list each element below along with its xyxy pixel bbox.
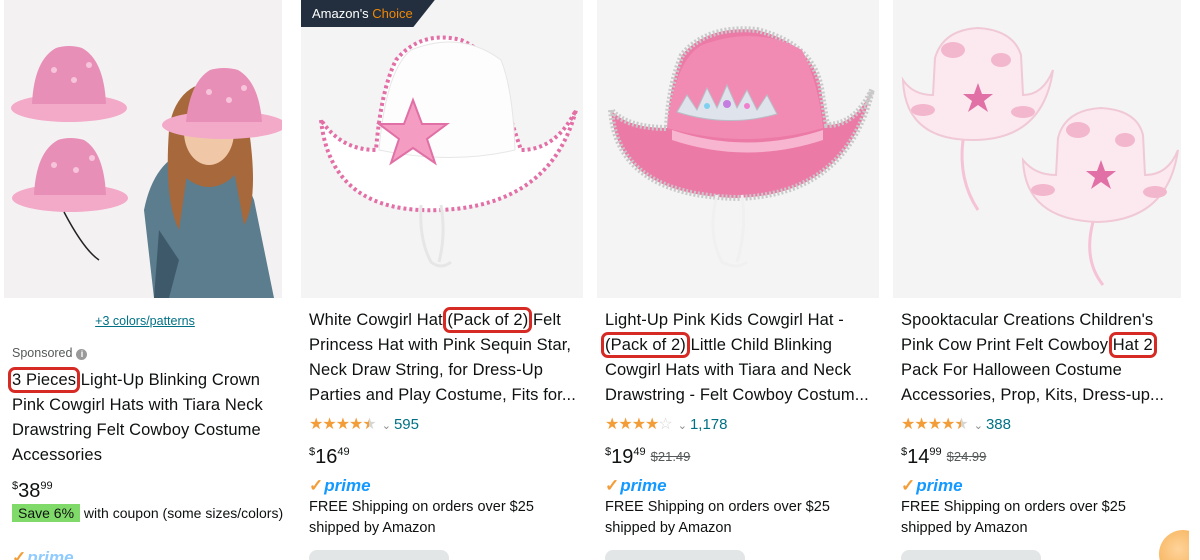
prime-logo: ✓prime	[12, 548, 74, 560]
coupon-savings[interactable]: Save 6% with coupon (some sizes/colors)	[12, 504, 284, 522]
cow-print-hats-image	[893, 0, 1181, 298]
price-fraction: 99	[40, 480, 53, 492]
price-4: $1499 $24.99	[901, 446, 986, 469]
add-to-cart-button[interactable]	[309, 550, 449, 560]
info-icon[interactable]: i	[76, 349, 88, 360]
shipping-info: FREE Shipping on orders over $25 shipped …	[309, 497, 534, 539]
half-star-icon: ★	[954, 416, 968, 433]
prime-text: prime	[324, 476, 371, 495]
currency-symbol: $	[309, 446, 316, 458]
prime-check-icon: ✓	[12, 548, 27, 560]
add-to-cart-button[interactable]	[605, 550, 745, 560]
product-image-1[interactable]	[4, 0, 282, 298]
prime-logo: ✓prime	[309, 476, 371, 496]
shipped-by-text: shipped by Amazon	[605, 520, 732, 536]
list-price: $24.99	[946, 449, 987, 464]
prime-logo: ✓prime	[605, 476, 667, 496]
title-highlight: (Pack of 2)	[443, 307, 533, 333]
prime-logo: ✓prime	[901, 476, 963, 496]
shipping-text: FREE Shipping on orders over $25	[605, 499, 830, 515]
shipping-text: FREE Shipping on orders over $25	[309, 499, 534, 515]
add-to-cart-button[interactable]	[901, 550, 1041, 560]
product-card-2[interactable]: Amazon's Choice White Cowgirl Hat (Pack …	[297, 0, 587, 560]
amazons-choice-badge: Amazon's Choice	[301, 0, 435, 27]
review-count[interactable]: 388	[986, 416, 1011, 433]
rating-stars-2[interactable]: ★★★★★ ⌄ 595	[309, 414, 419, 434]
title-text-pre: Light-Up Pink Kids Cowgirl Hat -	[605, 311, 844, 329]
pink-sequin-hats-image	[4, 0, 282, 298]
shipping-text: FREE Shipping on orders over $25	[901, 499, 1126, 515]
product-card-3[interactable]: Light-Up Pink Kids Cowgirl Hat - (Pack o…	[593, 0, 883, 560]
price-whole: 19	[611, 446, 634, 468]
product-title-4[interactable]: Spooktacular Creations Children's Pink C…	[901, 308, 1179, 408]
price-whole: 38	[18, 480, 41, 502]
title-highlight: Hat 2	[1108, 332, 1157, 358]
product-card-4[interactable]: Spooktacular Creations Children's Pink C…	[889, 0, 1189, 560]
color-options-link[interactable]: +3 colors/patterns	[0, 314, 290, 328]
prime-text: prime	[620, 476, 667, 495]
sponsored-text: Sponsored	[12, 346, 73, 360]
currency-symbol: $	[901, 446, 908, 458]
title-text-pre: White Cowgirl Hat	[309, 311, 448, 329]
price-2: $1649	[309, 446, 350, 469]
title-text: Pack For Halloween Costume Accessories, …	[901, 361, 1165, 404]
prime-check-icon: ✓	[901, 476, 916, 495]
price-fraction: 99	[929, 446, 942, 458]
product-image-4[interactable]	[893, 0, 1181, 298]
product-image-3[interactable]	[597, 0, 879, 298]
shipping-info: FREE Shipping on orders over $25 shipped …	[605, 497, 830, 539]
prime-text: prime	[916, 476, 963, 495]
star-icon: ★★★★	[309, 416, 363, 433]
prime-check-icon: ✓	[309, 476, 324, 495]
price-fraction: 49	[633, 446, 646, 458]
price-fraction: 49	[337, 446, 350, 458]
title-highlight: 3 Pieces	[7, 367, 81, 393]
sponsored-label[interactable]: Sponsored i	[12, 346, 88, 360]
star-icon: ★★★★	[605, 416, 659, 433]
review-count[interactable]: 595	[394, 416, 419, 433]
currency-symbol: $	[12, 480, 19, 492]
product-title-2[interactable]: White Cowgirl Hat (Pack of 2) Felt Princ…	[309, 307, 581, 408]
pink-light-up-hat-image	[597, 0, 879, 298]
half-star-icon: ★	[362, 416, 376, 433]
chevron-down-icon[interactable]: ⌄	[382, 420, 391, 432]
product-card-1[interactable]: +3 colors/patterns Sponsored i 3 Pieces L…	[0, 0, 290, 560]
currency-symbol: $	[605, 446, 612, 458]
product-image-2[interactable]: Amazon's Choice	[301, 0, 583, 298]
title-highlight: (Pack of 2)	[601, 332, 690, 358]
shipped-by-text: shipped by Amazon	[309, 520, 436, 536]
save-badge: Save 6%	[12, 504, 81, 522]
prime-text: prime	[27, 548, 74, 560]
shipping-info: FREE Shipping on orders over $25 shipped …	[901, 497, 1126, 539]
price-3: $1949 $21.49	[605, 446, 690, 469]
rating-stars-4[interactable]: ★★★★★ ⌄ 388	[901, 414, 1011, 434]
star-icon: ★★★★	[901, 416, 955, 433]
white-cowgirl-hat-image	[301, 0, 583, 298]
price-whole: 14	[907, 446, 930, 468]
product-title-3[interactable]: Light-Up Pink Kids Cowgirl Hat - (Pack o…	[601, 308, 877, 408]
review-count[interactable]: 1,178	[690, 416, 728, 433]
prime-check-icon: ✓	[605, 476, 620, 495]
price-whole: 16	[315, 446, 338, 468]
coupon-text: with coupon (some sizes/colors)	[80, 505, 284, 521]
price-1: $3899	[12, 480, 53, 503]
empty-star-icon: ☆	[658, 416, 672, 433]
badge-text: Amazon's	[312, 6, 373, 21]
chevron-down-icon[interactable]: ⌄	[974, 420, 983, 432]
chevron-down-icon[interactable]: ⌄	[678, 420, 687, 432]
rating-stars-3[interactable]: ★★★★☆ ⌄ 1,178	[605, 414, 727, 434]
shipped-by-text: shipped by Amazon	[901, 520, 1028, 536]
badge-choice-text: Choice	[372, 6, 413, 21]
product-title-1[interactable]: 3 Pieces Light-Up Blinking Crown Pink Co…	[7, 367, 280, 468]
list-price: $21.49	[650, 449, 691, 464]
floating-assistant-icon[interactable]	[1159, 530, 1189, 560]
